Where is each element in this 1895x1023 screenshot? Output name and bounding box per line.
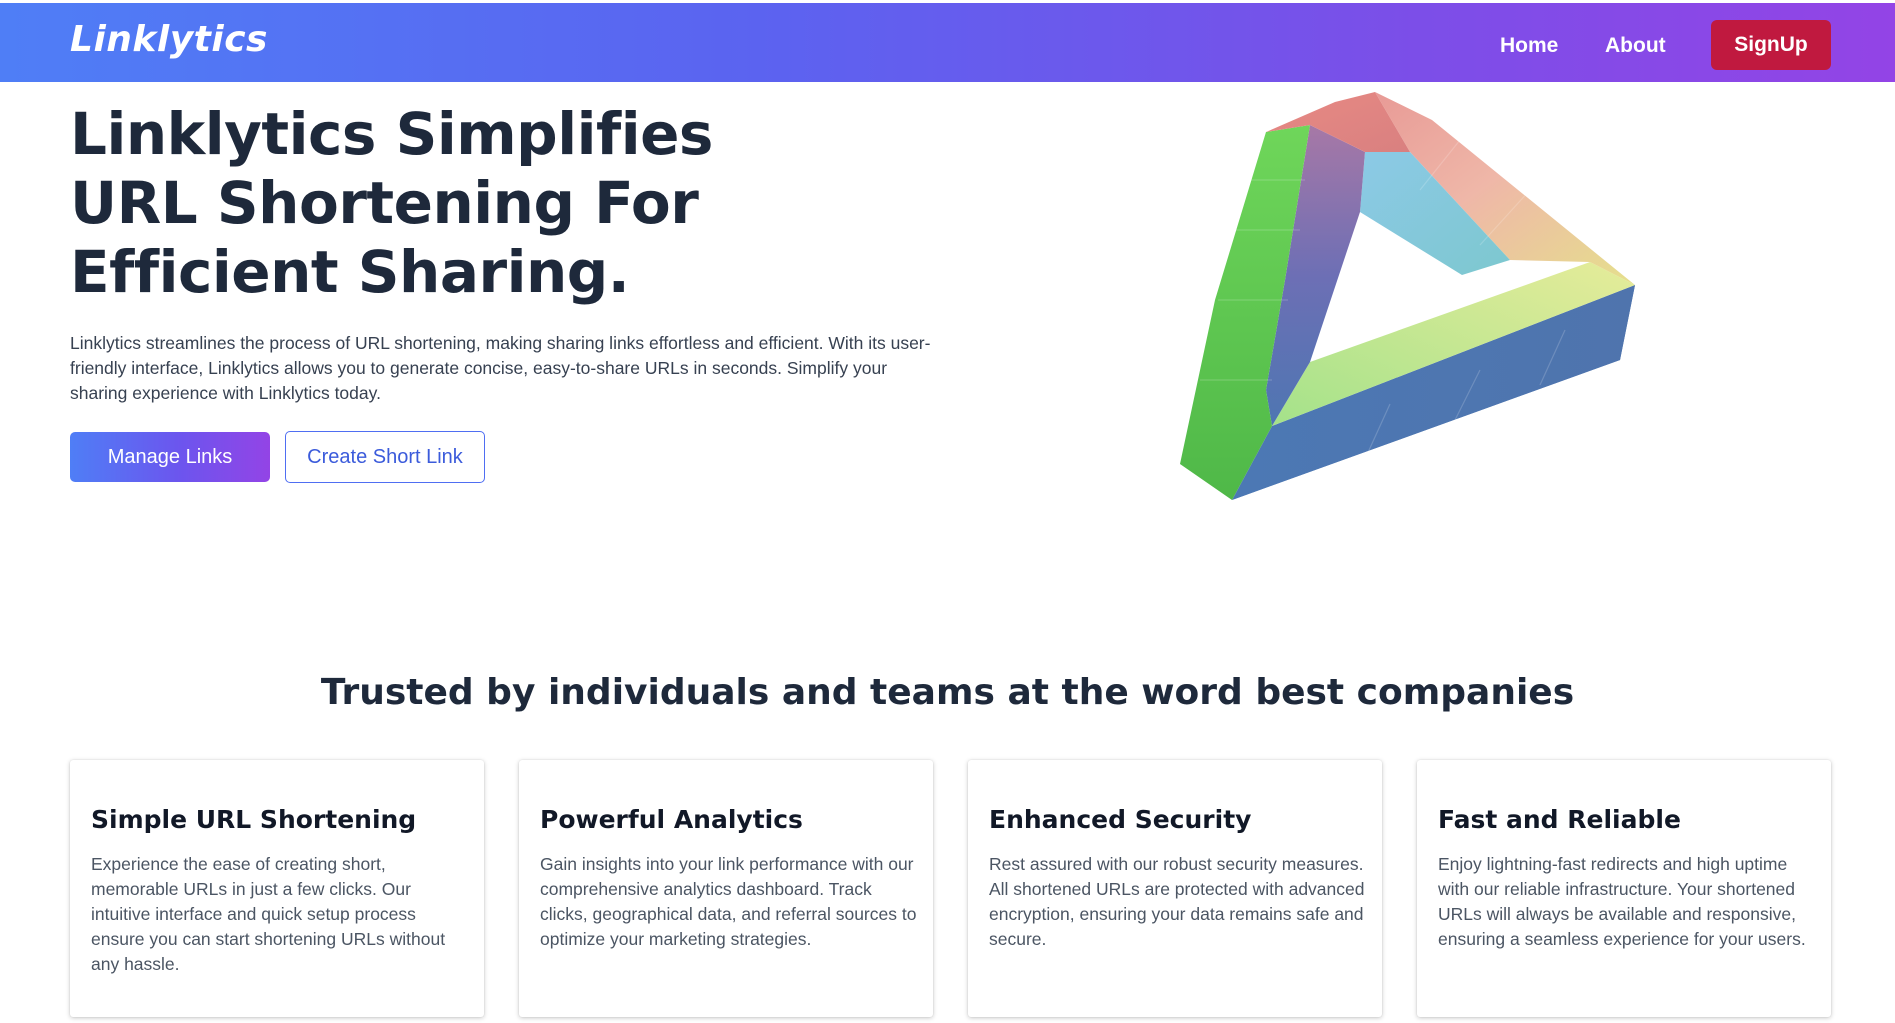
feature-card-title: Simple URL Shortening xyxy=(91,805,417,834)
feature-card-text: Rest assured with our robust security me… xyxy=(989,854,1365,949)
features-heading: Trusted by individuals and teams at the … xyxy=(320,672,1575,713)
manage-links-button[interactable]: Manage Links xyxy=(70,432,270,482)
feature-card-analytics: Powerful Analytics Gain insights into yo… xyxy=(519,760,933,1017)
hero-title: Linklytics Simplifies URL Shortening For… xyxy=(70,100,713,306)
feature-card-title: Fast and Reliable xyxy=(1438,805,1681,834)
feature-card-security: Enhanced Security Rest assured with our … xyxy=(968,760,1382,1017)
create-short-link-button[interactable]: Create Short Link xyxy=(285,431,485,483)
feature-card-title: Powerful Analytics xyxy=(540,805,803,834)
feature-card-title: Enhanced Security xyxy=(989,805,1252,834)
feature-card-simple-url: Simple URL Shortening Experience the eas… xyxy=(70,760,484,1017)
nav-link-home[interactable]: Home xyxy=(1500,34,1558,58)
feature-card-text: Enjoy lightning-fast redirects and high … xyxy=(1438,854,1806,949)
nav-link-about[interactable]: About xyxy=(1605,34,1666,58)
feature-card-reliable: Fast and Reliable Enjoy lightning-fast r… xyxy=(1417,760,1831,1017)
brand-logo[interactable]: Linklytics xyxy=(70,19,268,60)
signup-button[interactable]: SignUp xyxy=(1711,20,1831,70)
penrose-triangle-illustration xyxy=(1180,92,1635,500)
feature-card-text: Gain insights into your link performance… xyxy=(540,854,917,949)
feature-card-text: Experience the ease of creating short, m… xyxy=(91,854,446,974)
hero-description: Linklytics streamlines the process of UR… xyxy=(70,333,931,403)
navbar: Linklytics Home About SignUp xyxy=(0,3,1895,82)
